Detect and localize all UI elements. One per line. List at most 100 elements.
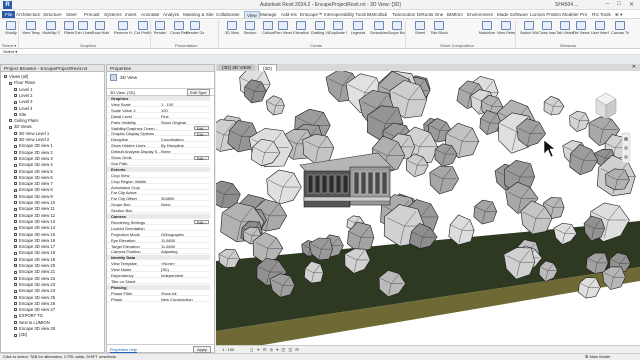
close-icon[interactable]: ✕ [629, 1, 634, 8]
tree-item[interactable]: Encape 3D view 26 [14, 301, 55, 306]
properties-help-link[interactable]: Properties help [110, 347, 137, 352]
property-value[interactable]: <None> [161, 261, 209, 266]
tab-view[interactable]: View [244, 11, 260, 18]
tree-item[interactable]: Encape 3D view 2 [14, 150, 53, 155]
tree-item[interactable]: Encape 3D view 17 [14, 244, 55, 249]
tree-item[interactable]: Encape 3D view 20 [14, 263, 55, 268]
duplicate-view-button[interactable]: Duplicate View [329, 21, 347, 41]
tree-item[interactable]: Encape 3D view 15 [14, 232, 55, 237]
maximize-icon[interactable]: □ [617, 1, 621, 7]
tree-item[interactable]: 3D View Level 1 [14, 131, 49, 136]
property-edit-button[interactable]: Edit... [194, 126, 209, 131]
tab-enscape[interactable]: Enscape™ [300, 11, 322, 18]
property-value[interactable]: Independent [161, 273, 209, 278]
property-edit-button[interactable]: Edit... [194, 220, 209, 225]
tree-item[interactable]: Encape 3D view 23 [14, 282, 55, 287]
tab-structure[interactable]: Structure [43, 11, 62, 18]
tab-3d-view[interactable]: {3D} 3D VIEW [218, 64, 256, 71]
property-edit-button[interactable]: Edit... [194, 131, 209, 137]
tab-made-software[interactable]: Made Software [497, 11, 528, 18]
tree-item[interactable]: Level 3 [14, 99, 33, 104]
property-value[interactable]: Show All [161, 291, 209, 296]
tree-item[interactable]: 3D View Level 2 [14, 137, 49, 142]
show-hidden-lines-button[interactable]: Show Hidden Lines [91, 21, 109, 41]
tree-item[interactable]: {3D} [14, 332, 27, 337]
tree-item[interactable]: Encape 3D view 3 [14, 156, 53, 161]
tab-massing-site[interactable]: Massing & Site [183, 11, 214, 18]
scope-box-button[interactable]: Scope Box [388, 21, 406, 41]
property-section[interactable]: Phasing [107, 284, 210, 290]
tree-item[interactable]: Level 1 [14, 87, 33, 92]
property-section[interactable]: Identity Data [107, 255, 210, 261]
tree-item[interactable]: Encape 3D view 4 [14, 162, 53, 167]
tab-insert[interactable]: Insert [125, 11, 137, 18]
edit-type-button[interactable]: Edit Type [187, 89, 210, 96]
tree-item[interactable]: Encape 3D view 14 [14, 225, 55, 230]
tab-bimcollab[interactable]: BIMcollab [367, 11, 387, 18]
tree-item[interactable]: Encape 3D view 28 [14, 326, 55, 331]
tab-file[interactable]: File [2, 11, 16, 18]
user-interface-button[interactable]: User Interface [591, 21, 609, 41]
tab-twinmotion[interactable]: Twinmotion [392, 11, 415, 18]
tree-item[interactable]: Encape 3D view 16 [14, 238, 55, 243]
tile-views-button[interactable]: Tile Views [572, 21, 590, 41]
3d-view-button[interactable]: 3D View [223, 21, 241, 41]
tab-rg-tools[interactable]: RG Tools [592, 11, 611, 18]
property-value[interactable]: 11.6830 [161, 244, 209, 249]
tree-item[interactable]: Encape 3D view 13 [14, 219, 55, 224]
tab-systems[interactable]: Systems [104, 11, 122, 18]
apply-button[interactable]: Apply [192, 346, 211, 353]
tree-item[interactable]: Encape 3D view 7 [14, 181, 53, 186]
legends-button[interactable]: Legends [349, 21, 367, 41]
tree-item[interactable]: Floor Plans [9, 80, 35, 85]
3d-viewport[interactable] [216, 71, 640, 353]
tab-collaborate[interactable]: Collaborate [216, 11, 240, 18]
tree-item[interactable]: Next to LUMION [14, 320, 50, 325]
tree-item[interactable]: Encape 3D view 27 [14, 307, 55, 312]
view-templates-button[interactable]: View Templates [22, 21, 40, 41]
property-section[interactable]: Extents [107, 166, 210, 172]
tree-item[interactable]: Encape 3D view 25 [14, 295, 55, 300]
tree-item[interactable]: Encape 3D view 22 [14, 276, 55, 281]
sheet-button[interactable]: Sheet [411, 21, 429, 41]
property-value[interactable]: By Discipline [161, 143, 209, 148]
property-value[interactable]: Show Original [161, 120, 209, 125]
close-inactive-button[interactable]: Close Inactive [538, 21, 556, 41]
tab-sim-modeler-pro[interactable]: Sim Modeler Pro [553, 11, 587, 18]
plan-views-button[interactable]: Plan Views [274, 21, 292, 41]
switch-windows-button[interactable]: Switch Windows [520, 21, 538, 41]
tab-architecture[interactable]: Architecture [16, 11, 41, 18]
tab-analyze[interactable]: Analyze [163, 11, 179, 18]
property-value[interactable]: None [161, 149, 209, 154]
tab-diroots-one[interactable]: DiRoots One [417, 11, 443, 18]
property-value[interactable]: 100 [161, 108, 209, 113]
tree-item[interactable]: 3D Views [9, 124, 32, 129]
tree-item[interactable]: EXPORT TO [14, 313, 43, 318]
tree-item[interactable]: Encape 3D view 21 [14, 269, 55, 274]
elevation-button[interactable]: Elevation [292, 21, 310, 41]
tree-item[interactable]: Views (all) [4, 74, 28, 79]
3d-scene[interactable] [216, 71, 640, 353]
tree-item[interactable]: Encape 3D view 19 [14, 257, 55, 262]
render-button[interactable]: Render [151, 21, 169, 41]
tab-3d-active[interactable]: {3D} [258, 64, 277, 71]
render-gallery-button[interactable]: Render Gallery [186, 21, 204, 41]
property-value[interactable]: Adjusting [161, 249, 209, 254]
tree-item[interactable]: Encape 3D view 8 [14, 187, 53, 192]
tree-item[interactable]: Site [14, 112, 26, 117]
tree-item[interactable]: Encape 3D view 12 [14, 213, 55, 218]
tab-annotate[interactable]: Annotate [141, 11, 159, 18]
property-value[interactable]: Orthographic [161, 232, 209, 237]
tab-[interactable]: ⊕ ▾ [615, 11, 622, 18]
property-section[interactable]: Graphics [107, 96, 210, 101]
tree-item[interactable]: Encape 3D view 11 [14, 206, 55, 211]
tree-item[interactable]: Encape 3D view 1 [14, 143, 53, 148]
section-button[interactable]: Section [241, 21, 259, 41]
instance-selector[interactable]: 3D View: {3D} [110, 90, 135, 95]
title-block-button[interactable]: Title Block [430, 21, 448, 41]
property-value[interactable]: Fine [161, 114, 209, 119]
select-dropdown[interactable]: Select ▾ [3, 49, 17, 54]
drafting-view-button[interactable]: Drafting View [311, 21, 329, 41]
property-value[interactable]: 1 : 100 [161, 102, 209, 107]
view-reference-button[interactable]: View Reference [497, 21, 515, 41]
